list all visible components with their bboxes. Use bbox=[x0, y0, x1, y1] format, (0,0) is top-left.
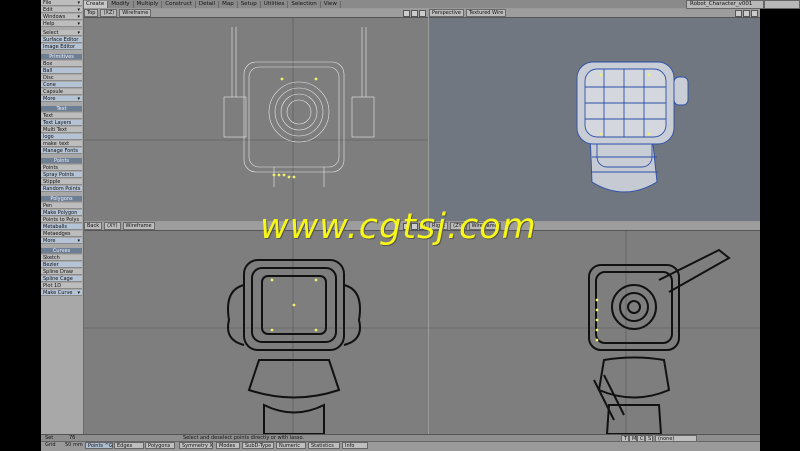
perspective-view-drawing bbox=[576, 61, 689, 193]
chevron-down-icon: ▾ bbox=[77, 21, 80, 27]
tool-surface-editor[interactable]: Surface Editor bbox=[41, 37, 82, 43]
viewport-right[interactable]: Right (ZY) Wireframe bbox=[429, 222, 760, 434]
statistics-button[interactable]: Statistics bbox=[308, 442, 340, 449]
grid-label: Grid bbox=[45, 442, 56, 448]
tool-capsule[interactable]: Capsule bbox=[41, 89, 82, 95]
viewport-perspective[interactable]: Perspective Textured Wire bbox=[429, 9, 760, 221]
tool-more[interactable]: More ▾ bbox=[41, 96, 82, 102]
tool-metaballs[interactable]: Metaballs bbox=[41, 224, 82, 230]
tool-logo[interactable]: logo bbox=[41, 134, 82, 140]
tool-more[interactable]: More ▾ bbox=[41, 238, 82, 244]
chevron-down-icon: ▾ bbox=[77, 290, 80, 296]
viewport-back-view-select[interactable]: Back bbox=[84, 222, 103, 230]
tool-multi-text[interactable]: Multi Text bbox=[41, 127, 82, 133]
tool-text-layers[interactable]: Text Layers bbox=[41, 120, 82, 126]
tool-cone[interactable]: Cone bbox=[41, 82, 82, 88]
section-text: Text bbox=[41, 106, 82, 112]
tool-image-editor[interactable]: Image Editor bbox=[41, 44, 82, 50]
modeler-window: Create Modify Multiply Construct Detail Map Se… bbox=[41, 0, 800, 451]
watermark-text: www.cgtsj.com bbox=[260, 207, 537, 247]
tool-make-curve[interactable]: Make Curve ▾ bbox=[41, 290, 82, 296]
viewport-back-mode-select[interactable]: Wireframe bbox=[122, 222, 155, 230]
tool-points-to-polys[interactable]: Points to Polys bbox=[41, 217, 82, 223]
tab-modify[interactable]: Modify bbox=[108, 0, 134, 8]
tool-manage-fonts[interactable]: Manage Fonts bbox=[41, 148, 82, 154]
chevron-down-icon: ▾ bbox=[77, 14, 80, 20]
tab-multiply[interactable]: Multiply bbox=[134, 0, 163, 8]
tool-points[interactable]: Points bbox=[41, 165, 82, 171]
menu-windows[interactable]: Windows ▾ bbox=[41, 14, 82, 20]
tab-setup[interactable]: Setup bbox=[238, 0, 261, 8]
tab-create[interactable]: Create bbox=[83, 0, 109, 8]
modes-button[interactable]: Modes bbox=[216, 442, 240, 449]
maximize-view-icon[interactable] bbox=[419, 10, 426, 17]
grid-value: 50 mm bbox=[65, 442, 83, 448]
tool-make-polygon[interactable]: Make Polygon bbox=[41, 210, 82, 216]
chevron-down-icon: ▾ bbox=[77, 30, 80, 36]
menu-file[interactable]: File ▾ bbox=[41, 0, 82, 6]
viewport-perspective-view-select[interactable]: Perspective bbox=[429, 9, 464, 17]
chevron-down-icon: ▾ bbox=[77, 7, 80, 13]
letterbox-right bbox=[760, 0, 800, 450]
tool-make_text[interactable]: make_text bbox=[41, 141, 82, 147]
tool-random-points[interactable]: Random Points bbox=[41, 186, 82, 192]
tool-select[interactable]: Select ▾ bbox=[41, 30, 82, 36]
polygons-mode-button[interactable]: Polygons bbox=[145, 442, 175, 449]
right-view-drawing bbox=[429, 230, 760, 434]
viewport-back[interactable]: Back (XY) Wireframe bbox=[84, 222, 428, 434]
tool-ball[interactable]: Ball bbox=[41, 68, 82, 74]
tool-spline-draw[interactable]: Spline Draw bbox=[41, 269, 82, 275]
section-primitives: Primitives bbox=[41, 54, 82, 60]
tool-bezier[interactable]: Bezier bbox=[41, 262, 82, 268]
move-view-icon[interactable] bbox=[735, 10, 742, 17]
tool-box[interactable]: Box bbox=[41, 61, 82, 67]
tool-disc[interactable]: Disc bbox=[41, 75, 82, 81]
viewport-top-axis: (XZ) bbox=[100, 9, 118, 17]
tab-detail[interactable]: Detail bbox=[196, 0, 220, 8]
subd-type-button[interactable]: SubD-Type bbox=[242, 442, 274, 449]
info-button[interactable]: Info bbox=[342, 442, 368, 449]
tool-sketch[interactable]: Sketch bbox=[41, 255, 82, 261]
tool-stipple[interactable]: Stipple bbox=[41, 179, 82, 185]
move-view-icon[interactable] bbox=[403, 10, 410, 17]
scene-name-field[interactable]: Robot_Character_v001 bbox=[686, 0, 764, 9]
rotate-view-icon[interactable] bbox=[743, 10, 750, 17]
zoom-view-icon[interactable] bbox=[411, 10, 418, 17]
viewport-top-mode-select[interactable]: Wireframe bbox=[119, 9, 152, 17]
chevron-down-icon: ▾ bbox=[77, 0, 80, 6]
section-points: Points bbox=[41, 158, 82, 164]
menu-help[interactable]: Help ▾ bbox=[41, 21, 82, 27]
menu-edit[interactable]: Edit ▾ bbox=[41, 7, 82, 13]
tab-selection[interactable]: Selection bbox=[288, 0, 321, 8]
letterbox-left bbox=[0, 0, 41, 450]
viewport-top-view-select[interactable]: Top bbox=[84, 9, 99, 17]
numeric-button[interactable]: Numeric bbox=[276, 442, 306, 449]
tab-utilities[interactable]: Utilities bbox=[261, 0, 289, 8]
layer-buttons[interactable] bbox=[764, 0, 800, 9]
tool-spline-cage[interactable]: Spline Cage bbox=[41, 276, 82, 282]
section-curves: Curves bbox=[41, 248, 82, 254]
tab-construct[interactable]: Construct bbox=[162, 0, 196, 8]
tool-plot-1d[interactable]: Plot 1D bbox=[41, 283, 82, 289]
menu-tab-strip: Create Modify Multiply Construct Detail Map Se… bbox=[41, 0, 800, 9]
viewport-top[interactable]: Top (XZ) Wireframe bbox=[84, 9, 428, 221]
back-view-drawing bbox=[84, 230, 428, 434]
viewport-back-axis: (XY) bbox=[104, 222, 121, 230]
viewport-perspective-mode-select[interactable]: Textured Wire bbox=[465, 9, 507, 17]
points-mode-button[interactable]: Points ^G bbox=[85, 442, 113, 449]
tool-metaedges[interactable]: Metaedges bbox=[41, 231, 82, 237]
chevron-down-icon: ▾ bbox=[77, 238, 80, 244]
tool-pen[interactable]: Pen bbox=[41, 203, 82, 209]
tool-spray-points[interactable]: Spray Points bbox=[41, 172, 82, 178]
tool-text[interactable]: Text bbox=[41, 113, 82, 119]
chevron-down-icon: ▾ bbox=[77, 96, 80, 102]
maximize-view-icon[interactable] bbox=[751, 10, 758, 17]
top-view-drawing bbox=[84, 17, 428, 221]
edges-mode-button[interactable]: Edges bbox=[114, 442, 144, 449]
tab-view[interactable]: View bbox=[321, 0, 341, 8]
section-polygons: Polygons bbox=[41, 196, 82, 202]
symmetry-toggle[interactable]: Symmetry X bbox=[179, 442, 213, 449]
tool-palette: File ▾ Edit ▾ Windows ▾ Help ▾ Select ▾ Surface Ed… bbox=[41, 0, 84, 436]
tab-map[interactable]: Map bbox=[219, 0, 238, 8]
